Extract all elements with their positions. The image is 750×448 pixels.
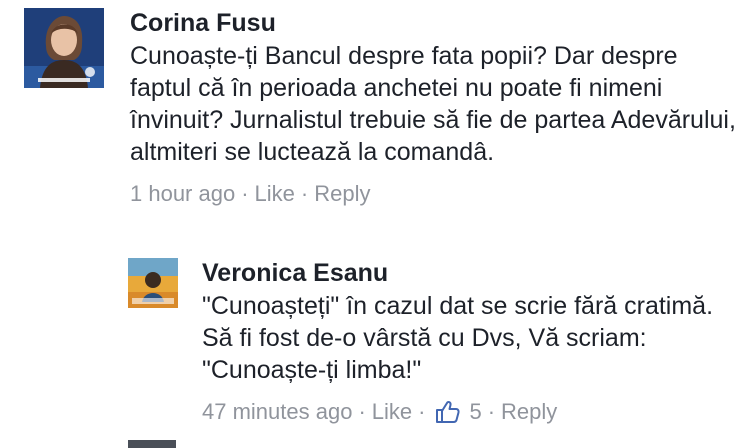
comment-text: "Cunoașteți" în cazul dat se scrie fără … — [202, 292, 714, 384]
avatar[interactable] — [128, 440, 176, 448]
separator: · — [418, 399, 426, 424]
comment-timestamp[interactable]: 1 hour ago — [130, 180, 235, 208]
thumbs-up-icon[interactable] — [435, 399, 461, 425]
separator: · — [487, 399, 496, 424]
like-count[interactable]: 5 — [469, 398, 481, 426]
comment-timestamp[interactable]: 47 minutes ago — [202, 398, 352, 426]
comment-body: Veronica Esanu "Cunoașteți" în cazul dat… — [202, 258, 742, 426]
like-link[interactable]: Like — [255, 180, 295, 208]
separator: · — [358, 399, 366, 424]
reply-link[interactable]: Reply — [501, 398, 557, 426]
comment-author[interactable]: Corina Fusu — [130, 8, 740, 38]
separator: · — [241, 181, 249, 206]
avatar[interactable] — [24, 8, 104, 88]
separator: · — [300, 181, 309, 206]
comment-meta: 47 minutes ago · Like · 5 · Reply — [202, 398, 742, 426]
avatar[interactable] — [128, 258, 178, 308]
comment-thread: Corina Fusu Cunoaște-ți Bancul despre fa… — [0, 0, 750, 448]
comment-meta: 1 hour ago · Like · Reply — [130, 180, 740, 208]
profile-photo-illustration-icon — [128, 258, 178, 308]
profile-photo-woman-icon — [24, 8, 104, 88]
like-link[interactable]: Like — [372, 398, 412, 426]
comment-text: Cunoaște-ți Bancul despre fata popii? Da… — [130, 42, 736, 166]
reply-link[interactable]: Reply — [314, 180, 370, 208]
comment-author[interactable]: Veronica Esanu — [202, 258, 742, 288]
comment-body: Corina Fusu Cunoaște-ți Bancul despre fa… — [130, 8, 740, 208]
